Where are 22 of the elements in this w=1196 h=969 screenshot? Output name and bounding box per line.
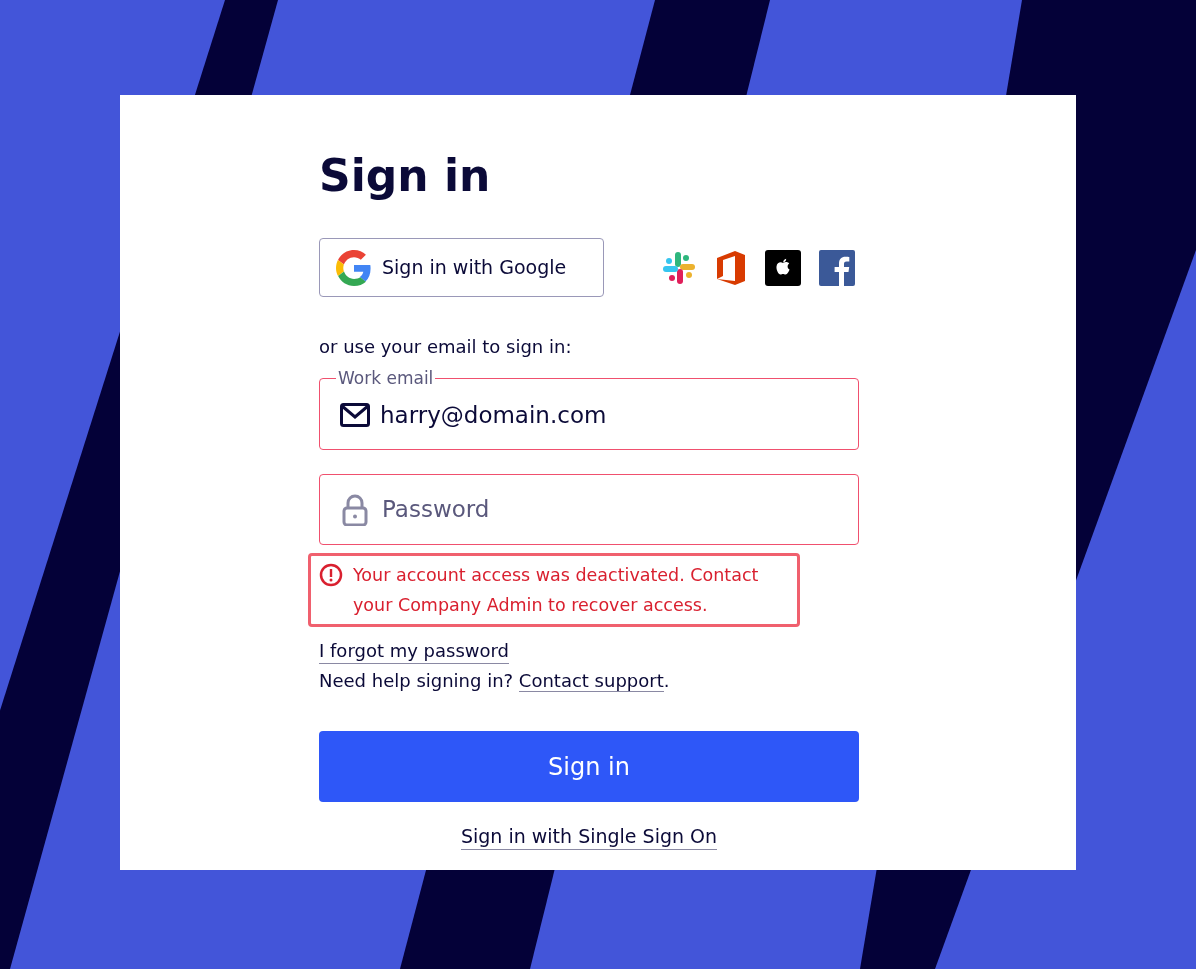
sso-link[interactable]: Sign in with Single Sign On [460,823,718,850]
password-field[interactable]: Password [319,474,859,545]
help-text: Need help signing in? Contact support. [319,669,671,693]
email-field[interactable]: Work email harry@domain.com [319,367,859,450]
facebook-logo-icon[interactable] [819,249,855,286]
office-logo-icon[interactable] [715,249,747,286]
page-title: Sign in [319,150,492,202]
alert-icon [319,563,343,587]
sign-in-button[interactable]: Sign in [319,731,859,802]
google-logo-icon [336,249,372,286]
mail-icon [340,403,370,427]
email-field-label: Work email [337,367,435,389]
password-input[interactable]: Password [382,492,858,527]
error-message: Your account access was deactivated. Contact your Company Admin to recover access. [353,564,760,617]
email-prompt: or use your email to sign in: [319,335,573,359]
contact-support-link[interactable]: Contact support [518,670,664,692]
hash-logo-icon[interactable] [661,249,697,286]
apple-logo-icon[interactable] [765,249,801,286]
lock-icon [342,493,368,526]
forgot-password-link[interactable]: I forgot my password [319,639,510,664]
email-input[interactable]: harry@domain.com [380,397,858,433]
google-sign-in-button[interactable]: Sign in with Google [319,238,604,297]
